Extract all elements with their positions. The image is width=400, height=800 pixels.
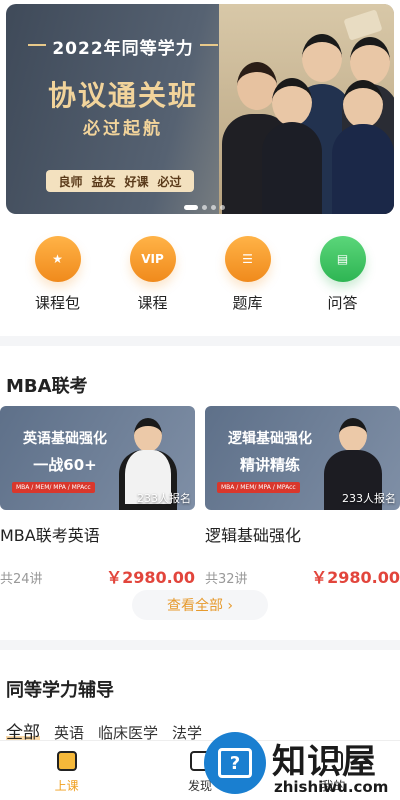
quick-nav-courses[interactable]: VIP 课程 bbox=[113, 236, 193, 313]
course-name[interactable]: 逻辑基础强化 bbox=[205, 522, 400, 546]
quick-nav-label: 课程 bbox=[137, 294, 168, 312]
ticket-icon: ★ bbox=[34, 236, 81, 282]
teacher-photo bbox=[262, 78, 322, 214]
course-meta: 共32讲 ￥2980.00 bbox=[205, 564, 400, 588]
chat-icon: ▤ bbox=[319, 236, 366, 282]
enroll-count: 233人报名 bbox=[137, 492, 191, 505]
lesson-count: 共24讲 bbox=[0, 572, 43, 587]
banner-year-line: 2022年同等学力 bbox=[28, 34, 218, 59]
quick-nav-course-package[interactable]: ★ 课程包 bbox=[18, 236, 98, 313]
bottom-nav-label: 上课 bbox=[54, 779, 79, 793]
teacher-photo bbox=[332, 80, 394, 214]
section-divider bbox=[0, 336, 400, 346]
thumbnail-subline: 一战60+ bbox=[33, 456, 97, 474]
course-price: ￥2980.00 bbox=[106, 568, 195, 587]
carousel-indicator bbox=[184, 205, 225, 210]
quick-nav-qa[interactable]: ▤ 问答 bbox=[303, 236, 383, 313]
banner-tag: 好课 bbox=[124, 174, 149, 189]
lesson-count: 共32讲 bbox=[205, 572, 248, 587]
view-all-button[interactable]: 查看全部 › bbox=[132, 590, 268, 620]
thumbnail-headline: 英语基础强化 bbox=[23, 431, 107, 447]
site-watermark: ? 知识屋 zhishiwu.com bbox=[204, 732, 400, 800]
promo-banner[interactable]: 2022年同等学力 协议通关班 必过起航 良师 益友 好课 必过 bbox=[6, 4, 394, 214]
enroll-count: 233人报名 bbox=[342, 492, 396, 505]
banner-tag: 必过 bbox=[157, 174, 182, 189]
thumbnail-subline: 精讲精练 bbox=[239, 456, 300, 474]
quick-nav: ★ 课程包 VIP 课程 ☰ 题库 ▤ 问答 bbox=[0, 236, 400, 313]
banner-tags: 良师 益友 好课 必过 bbox=[46, 170, 194, 192]
vip-icon: VIP bbox=[129, 236, 176, 282]
watermark-domain: zhishiwu.com bbox=[274, 778, 389, 796]
thumbnail-program-tag: MBA / MEM/ MPA / MPAcc bbox=[217, 482, 300, 493]
course-name[interactable]: MBA联考英语 bbox=[0, 522, 195, 546]
quick-nav-label: 问答 bbox=[327, 294, 358, 312]
course-price: ￥2980.00 bbox=[311, 568, 400, 587]
bottom-nav-class[interactable]: 上课 bbox=[0, 741, 133, 800]
quick-nav-question-bank[interactable]: ☰ 题库 bbox=[208, 236, 288, 313]
quick-nav-label: 题库 bbox=[232, 294, 263, 312]
section-title-tutoring: 同等学力辅导 bbox=[6, 680, 114, 701]
thumbnail-headline: 逻辑基础强化 bbox=[228, 431, 312, 447]
section-divider bbox=[0, 640, 400, 650]
class-icon bbox=[56, 751, 77, 771]
document-icon: ☰ bbox=[224, 236, 271, 282]
question-badge-icon: ? bbox=[204, 732, 266, 794]
banner-tag: 益友 bbox=[91, 174, 116, 189]
course-meta: 共24讲 ￥2980.00 bbox=[0, 564, 195, 588]
course-thumbnail[interactable]: 英语基础强化 一战60+ MBA / MEM/ MPA / MPAcc 233人… bbox=[0, 406, 195, 510]
course-card[interactable]: 英语基础强化 一战60+ MBA / MEM/ MPA / MPAcc 233人… bbox=[0, 406, 195, 588]
section-title-mba: MBA联考 bbox=[6, 376, 88, 397]
course-card[interactable]: 逻辑基础强化 精讲精练 MBA / MEM/ MPA / MPAcc 233人报… bbox=[205, 406, 400, 588]
banner-title: 协议通关班 bbox=[47, 79, 198, 112]
watermark-title: 知识屋 bbox=[272, 742, 377, 782]
banner-subtitle: 必过起航 bbox=[83, 119, 163, 139]
banner-tag: 良师 bbox=[58, 174, 83, 189]
quick-nav-label: 课程包 bbox=[34, 294, 80, 312]
course-card-list: 英语基础强化 一战60+ MBA / MEM/ MPA / MPAcc 233人… bbox=[0, 406, 400, 588]
course-thumbnail[interactable]: 逻辑基础强化 精讲精练 MBA / MEM/ MPA / MPAcc 233人报… bbox=[205, 406, 400, 510]
thumbnail-program-tag: MBA / MEM/ MPA / MPAcc bbox=[12, 482, 95, 493]
